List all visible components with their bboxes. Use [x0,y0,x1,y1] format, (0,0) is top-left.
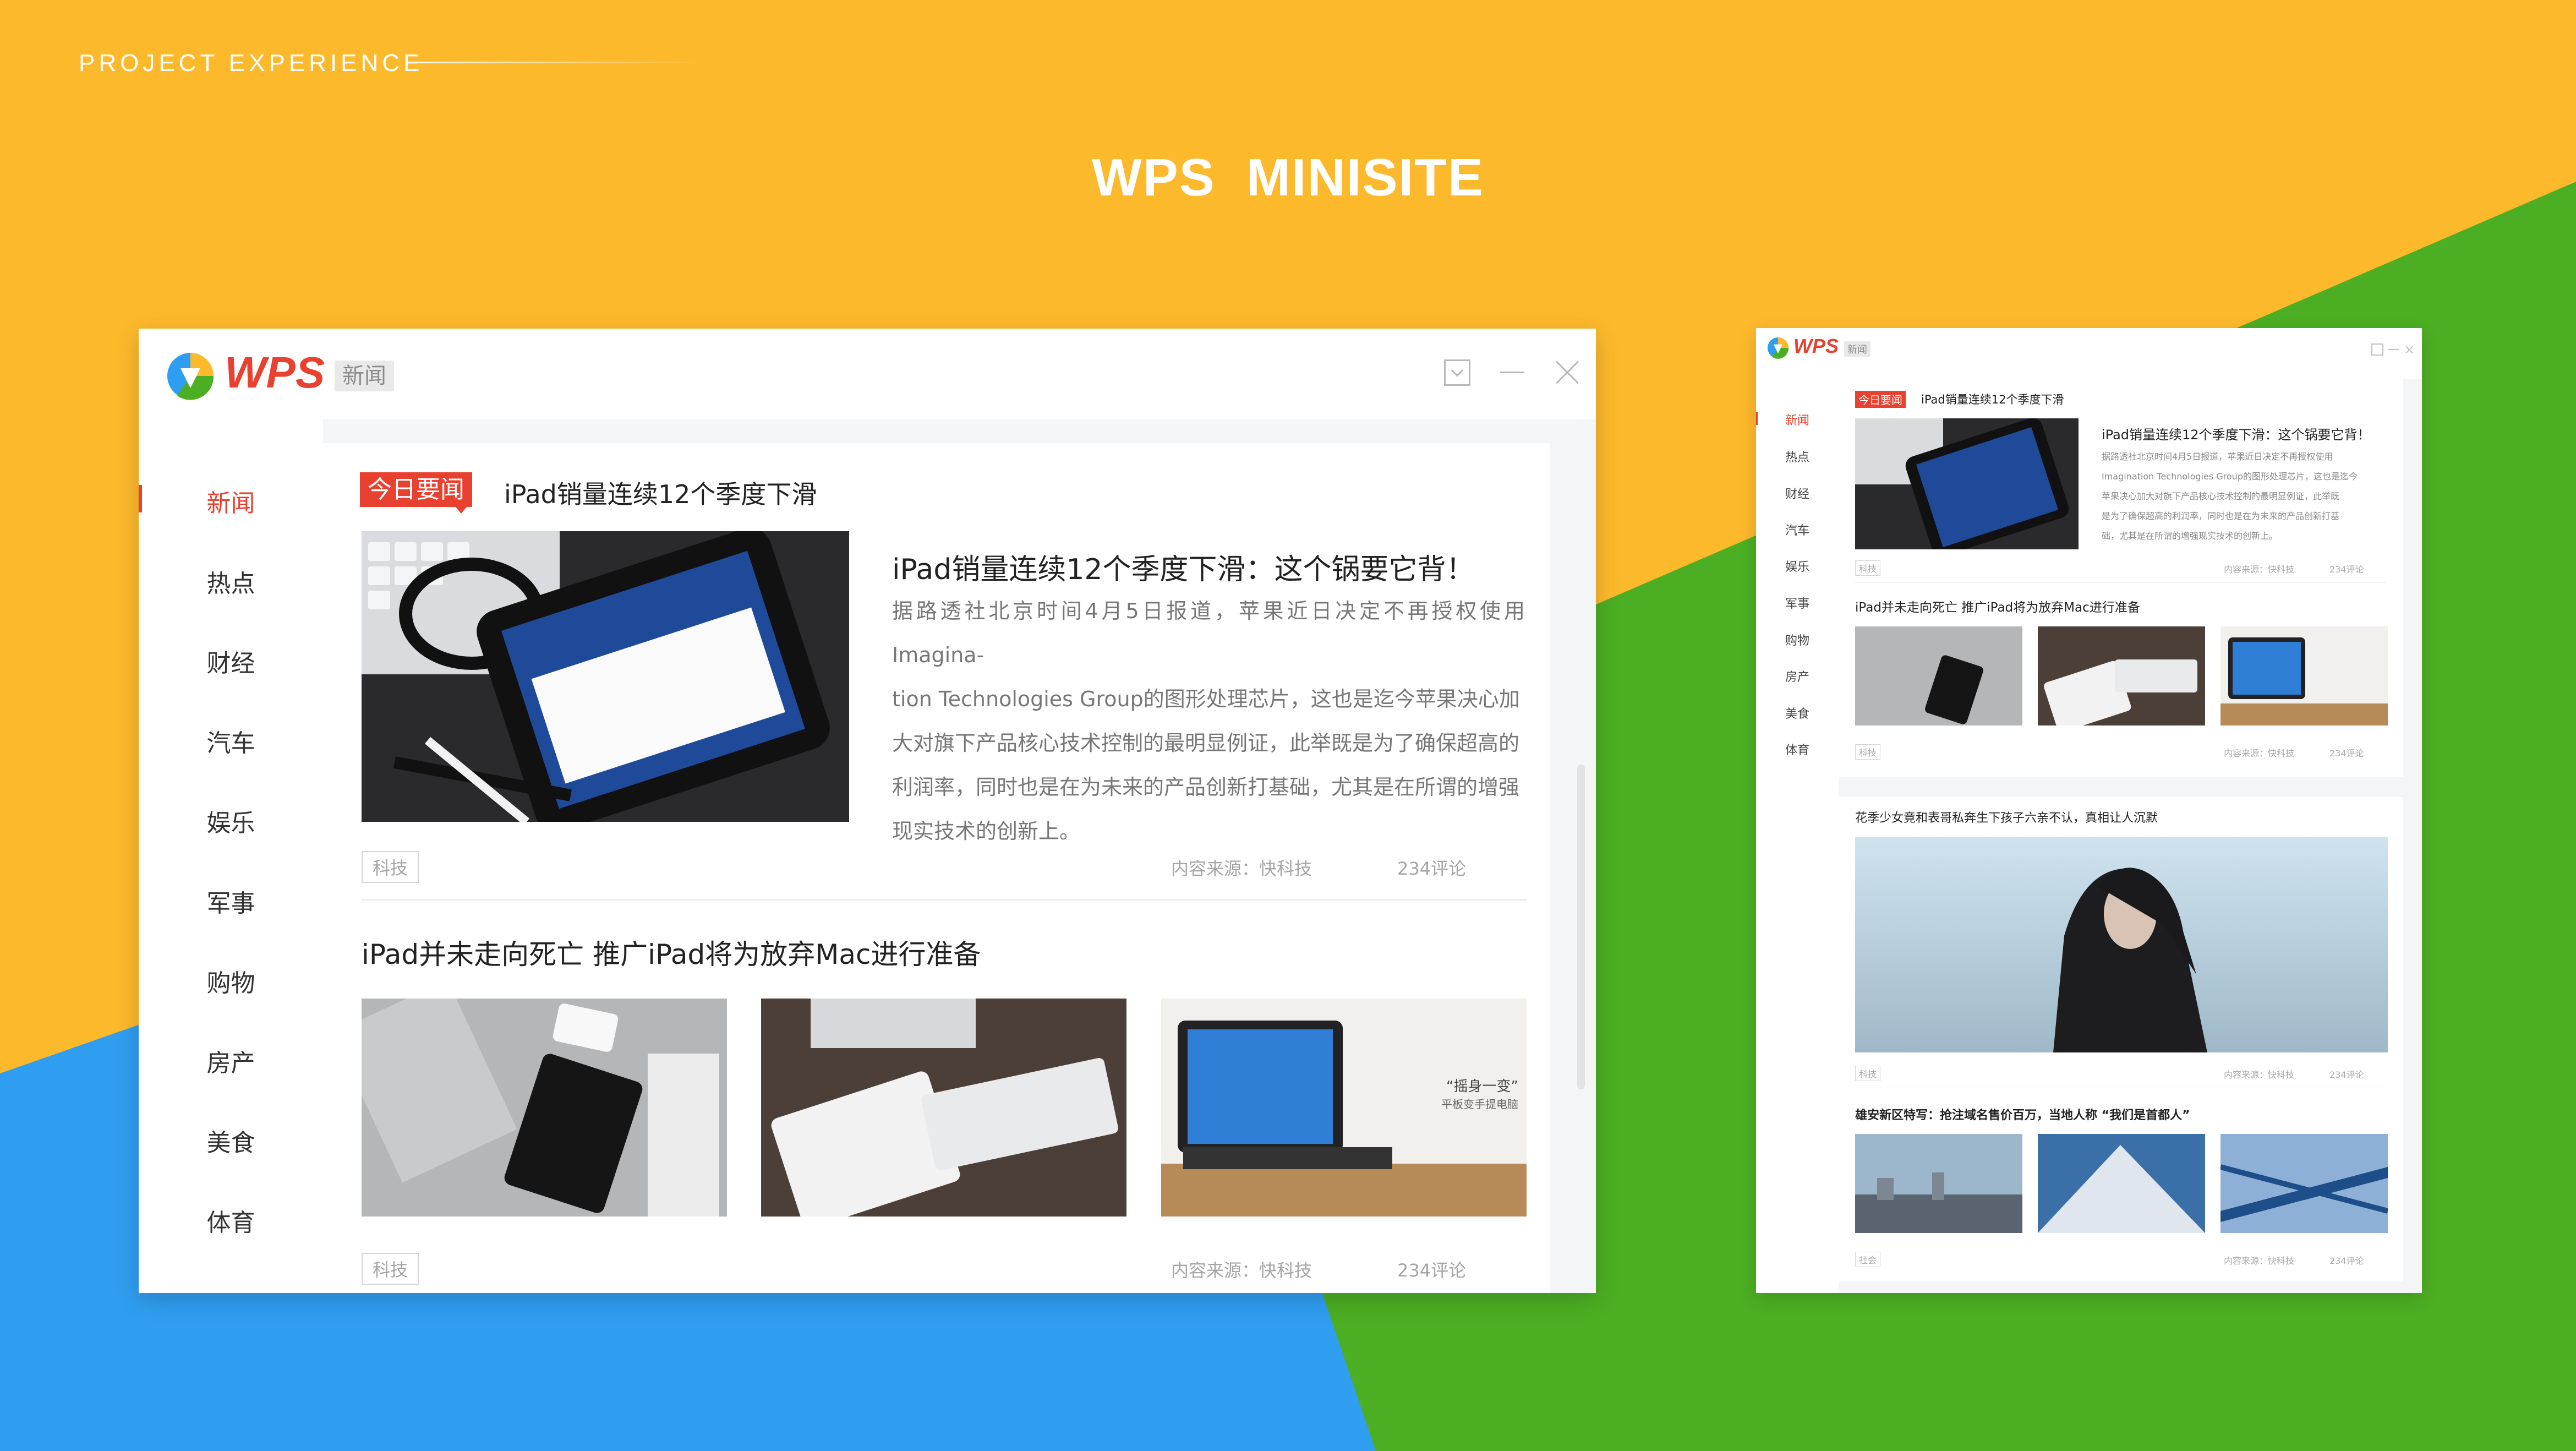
content-source: 内容来源：快科技 [2224,1070,2295,1080]
wps-logo-text: WPS [1793,335,1839,357]
card-divider [362,899,1527,901]
slide-title: WPS MINISITE [0,148,2576,208]
content-source: 内容来源：快科技 [1171,1260,1312,1281]
nav-item-hot[interactable]: 热点 [1756,448,1839,465]
category-tag[interactable]: 社会 [1855,1252,1881,1267]
minimize-icon[interactable] [2388,349,2399,350]
featured-title[interactable]: iPad销量连续12个季度下滑：这个锅要它背！ [2102,424,2371,443]
dropdown-icon[interactable] [1444,359,1470,386]
woman-portrait-photo [1855,837,2388,1052]
bridge-photo [2220,1134,2388,1233]
featured-title[interactable]: iPad销量连续12个季度下滑：这个锅要它背！ [892,546,1475,587]
news-card-featured[interactable]: 今日要闻 iPad销量连续12个季度下滑 iPad销量连续12个季度下滑：这个锅… [1839,379,2403,777]
comment-count[interactable]: 234评论 [2329,562,2364,575]
summary-line: 利润率，同时也是在为未来的产品创新打基础，尤其是在所谓的增强 [892,775,1520,799]
summary-line: 据路透社北京时间4月5日报道，苹果近日决定不再授权使用Imagina- [892,599,1525,667]
photo-caption-main: “摇身一变” [1446,1078,1518,1095]
title-bar: WPS 新闻 [139,329,1596,419]
nav-item-sports[interactable]: 体育 [1756,740,1839,758]
headline-badge: 今日要闻 [360,472,472,514]
content-source: 内容来源：快科技 [2224,1256,2295,1266]
ipad-keyboard-case-photo [2220,626,2388,726]
nav-item-military[interactable]: 军事 [1756,594,1839,612]
logo-section-chip: 新闻 [1844,341,1871,357]
close-icon[interactable] [1554,359,1580,386]
summary-line: Imagination Technologies Group的图形处理芯片，这也… [2102,471,2358,482]
card3-title[interactable]: 花季少女竟和表哥私奔生下孩子六亲不认，真相让人沉默 [1855,808,2158,826]
wps-logo-icon [1767,337,1789,359]
comment-count[interactable]: 234评论 [2329,746,2364,759]
nav-item-news[interactable]: 新闻 [1756,411,1839,428]
ipad-photo [1855,418,2079,549]
macbook-photo [362,999,727,1217]
nav-item-shopping[interactable]: 购物 [1756,631,1839,648]
city-skyline-photo [1855,1134,2022,1233]
content-source: 内容来源：快科技 [2224,748,2295,759]
headline-lead[interactable]: iPad销量连续12个季度下滑 [504,474,817,511]
macbook-photo [1855,626,2022,726]
card2-title[interactable]: iPad并未走向死亡 推广iPad将为放弃Mac进行准备 [1855,597,2140,615]
minimize-icon[interactable] [1499,359,1525,386]
nav-item-entertainment[interactable]: 娱乐 [1756,557,1839,575]
summary-line: 大对旗下产品核心技术控制的最明显例证，此举既是为了确保超高的 [892,731,1520,755]
category-tag[interactable]: 科技 [1855,1066,1881,1081]
section-label: PROJECT EXPERIENCE [79,50,424,77]
summary-line: 础，尤其是在所谓的增强现实技术的创新上。 [2102,531,2278,541]
photo-caption-sub: 平板变手提电脑 [1441,1098,1518,1111]
summary-line: 苹果决心加大对旗下产品核心技术控制的最明显例证，此举既 [2102,491,2340,501]
category-tag[interactable]: 科技 [362,1253,419,1285]
featured-summary: 据路透社北京时间4月5日报道，苹果近日决定不再授权使用 Imagination … [2102,447,2388,546]
scrollbar[interactable] [1577,765,1585,1089]
summary-line: 现实技术的创新上。 [892,819,1081,843]
comment-count[interactable]: 234评论 [1397,855,1466,880]
card-divider [1855,582,2387,583]
nav-item-food[interactable]: 美食 [1756,704,1839,722]
nav-item-finance[interactable]: 财经 [1756,484,1839,502]
window-controls [1444,359,1580,386]
card2-title[interactable]: iPad并未走向死亡 推广iPad将为放弃Mac进行准备 [362,932,981,972]
comment-count[interactable]: 234评论 [2329,1253,2364,1267]
summary-line: tion Technologies Group的图形处理芯片，这也是迄今苹果决心… [892,687,1520,711]
content-source: 内容来源：快科技 [2224,564,2295,575]
slide-title-minisite: MINISITE [1246,148,1484,207]
category-tag[interactable]: 科技 [1855,744,1881,760]
photo-caption: “摇身一变” 平板变手提电脑 [1441,1075,1518,1111]
summary-line: 据路透社北京时间4月5日报道，苹果近日决定不再授权使用 [2102,451,2333,462]
ipad-photo [362,531,849,822]
dropdown-icon[interactable] [2371,343,2383,356]
category-tag[interactable]: 科技 [1855,560,1881,576]
wps-logo-text: WPS [225,348,325,397]
building-photo [2038,1134,2205,1233]
comment-count[interactable]: 234评论 [2329,1067,2364,1081]
slide-title-wps: WPS [1092,148,1216,207]
content-source: 内容来源：快科技 [1171,858,1312,879]
imac-keyboard-photo [761,999,1126,1217]
featured-summary: 据路透社北京时间4月5日报道，苹果近日决定不再授权使用Imagina- tion… [892,589,1525,853]
category-tag[interactable]: 科技 [362,851,419,883]
comment-count[interactable]: 234评论 [1397,1257,1466,1282]
wps-news-window-large: WPS 新闻 新闻 热点 财经 汽车 娱乐 军事 购物 房产 美食 体育 今日要… [139,329,1596,1293]
headline-badge: 今日要闻 [1855,391,1906,408]
section-rule [415,62,702,63]
nav-item-auto[interactable]: 汽车 [1756,521,1839,538]
summary-line: 是为了确保超高的利润率，同时也是在为未来的产品创新打基 [2102,511,2340,521]
card4-title[interactable]: 雄安新区特写：抢注域名售价百万，当地人称 “我们是首都人” [1855,1105,2190,1123]
nav-item-realestate[interactable]: 房产 [1756,667,1839,685]
wps-news-window-small: WPS 新闻 × 新闻 热点 财经 汽车 娱乐 军事 购物 房产 美食 体育 今… [1756,328,2422,1293]
news-card-featured[interactable]: 今日要闻 iPad销量连续12个季度下滑 iPad销量连续12个季度下滑：这个锅… [278,443,1550,1293]
news-card-secondary[interactable]: 花季少女竟和表哥私奔生下孩子六亲不认，真相让人沉默 科技 内容来源：快科技 23… [1839,797,2403,1281]
imac-keyboard-photo [2038,626,2205,726]
headline-lead[interactable]: iPad销量连续12个季度下滑 [1921,391,2064,407]
close-icon[interactable]: × [2403,343,2415,356]
logo-section-chip: 新闻 [335,361,394,391]
wps-logo-icon [167,353,214,400]
